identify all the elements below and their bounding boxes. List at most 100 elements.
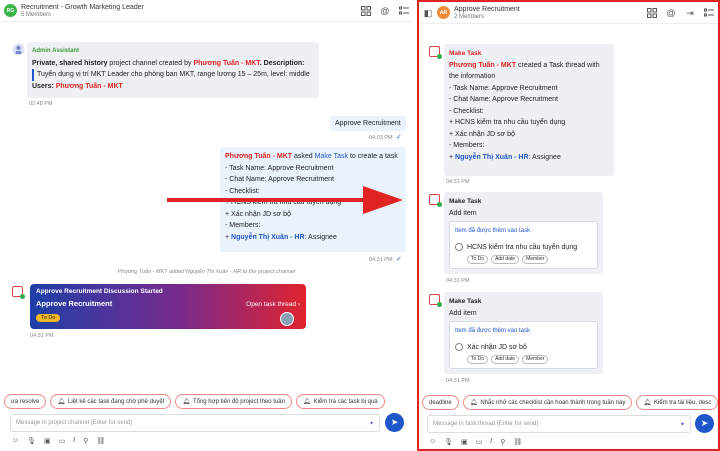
task-assignee[interactable]: Nguyễn Thị Xuân - HR: [231, 234, 305, 241]
send-icon: ➤: [390, 417, 399, 427]
status-pill[interactable]: To Do: [467, 255, 489, 264]
member-count[interactable]: 5 Members: [21, 12, 144, 18]
mention-icon[interactable]: @: [666, 8, 676, 18]
add-date-pill[interactable]: Add date: [491, 255, 520, 264]
channel-avatar: RG: [4, 4, 17, 17]
task-request-time: 04:31 PM: [369, 257, 393, 263]
channel-title[interactable]: Recruitment - Growth Marketing Leader: [21, 4, 144, 12]
msg-line: - Members:: [449, 142, 485, 149]
item-card[interactable]: Item đã được thêm vào task Xác nhận JD s…: [449, 321, 598, 369]
send-button[interactable]: ➤: [695, 414, 714, 433]
thread-member-count[interactable]: 2 Members: [454, 14, 520, 20]
image-icon[interactable]: ▣: [44, 437, 51, 445]
mention-icon[interactable]: @: [380, 6, 390, 16]
task-bot-icon: [429, 46, 442, 59]
discussion-card[interactable]: Approve Recruitment Discussion Started A…: [30, 284, 306, 329]
suggestion-chip[interactable]: 🔔︎ Tổng hợp tiến độ project theo tuần: [175, 394, 292, 409]
suggestion-chip[interactable]: ưa resolve: [4, 394, 47, 409]
message-input[interactable]: Message in project channel (Enter for se…: [10, 414, 380, 432]
apps-icon[interactable]: [361, 5, 371, 16]
msg-line: + Xác nhận JD sơ bộ: [449, 130, 515, 138]
task-rest: to create a task: [348, 153, 398, 160]
task-actor[interactable]: Phương Tuấn - MKT: [225, 153, 292, 160]
image-icon[interactable]: ▣: [461, 438, 468, 446]
open-task-thread-link[interactable]: Open task thread ›: [246, 301, 300, 308]
msg-text: Add item: [449, 209, 477, 217]
msg-line: - Checklist:: [449, 107, 484, 115]
text-format-icon[interactable]: 𝐼: [73, 437, 75, 445]
task-bot-icon: [429, 294, 442, 307]
member-pill[interactable]: Member: [522, 255, 549, 264]
task-line: - Task Name: Approve Recruitment: [225, 164, 334, 172]
suggestion-chip[interactable]: 🔔︎ Kiểm tra tài liệu, desc: [636, 395, 718, 410]
bell-icon: 🔔︎: [643, 400, 651, 406]
users-label: Users:: [32, 82, 56, 90]
link-icon[interactable]: ⛓︎: [96, 437, 105, 445]
exit-icon[interactable]: ⇥: [685, 8, 695, 18]
discussion-header: Approve Recruitment Discussion Started: [36, 288, 163, 295]
status-badge[interactable]: To Do: [36, 314, 61, 322]
emoji-icon[interactable]: ☺: [429, 438, 436, 446]
msg-actor[interactable]: Phương Tuấn - MKT: [449, 62, 516, 69]
ai-sparkle-icon[interactable]: ✦: [680, 421, 685, 428]
input-placeholder: Message in project channel (Enter for se…: [16, 420, 133, 426]
open-thread-label: Open task thread: [246, 301, 297, 308]
mic-icon[interactable]: 🎙︎: [444, 438, 453, 446]
status-pill[interactable]: To Do: [467, 355, 489, 364]
item-card-header: Item đã được thêm vào task: [455, 328, 530, 334]
msg-line: - Chat Name: Approve Recruitment: [449, 96, 558, 103]
task-line: - Chat Name: Approve Recruitment: [225, 176, 334, 183]
link-icon[interactable]: ⛓︎: [513, 438, 522, 446]
file-icon[interactable]: ▭: [59, 437, 66, 445]
add-item-message: Make Task Add item Item đã được thêm vào…: [444, 192, 603, 274]
input-placeholder: Message in task thread (Enter for send): [433, 421, 539, 427]
member-pill[interactable]: Member: [522, 355, 549, 364]
task-thread-pane: ◧ AR Approve Recruitment 2 Members @ ⇥ M…: [417, 0, 720, 451]
suggestion-chip[interactable]: deadline: [422, 395, 459, 410]
creator-name[interactable]: Phương Tuấn - MKT: [193, 60, 259, 67]
suggestion-chip[interactable]: 🔔︎ Kiểm tra các task bị quá: [295, 394, 385, 409]
admin-line-prefix: Private, shared history: [32, 59, 108, 67]
text-format-icon[interactable]: 𝐼: [490, 438, 492, 446]
ai-sparkle-icon[interactable]: ✦: [369, 420, 374, 427]
users-value[interactable]: Phương Tuấn - MKT: [56, 83, 123, 90]
attach-icon[interactable]: ⚲: [83, 437, 88, 445]
bell-icon: 🔔︎: [182, 399, 190, 405]
item-card[interactable]: Item đã được thêm vào task HCNS kiểm tra…: [449, 221, 598, 269]
emoji-icon[interactable]: ☺: [12, 437, 19, 445]
task-bot-icon: [12, 286, 25, 299]
task-list-icon[interactable]: [704, 8, 714, 18]
apps-icon[interactable]: [647, 7, 657, 18]
thread-message-input[interactable]: Message in task thread (Enter for send) …: [427, 415, 691, 433]
channel-header: RG Recruitment - Growth Marketing Leader…: [0, 0, 413, 22]
suggestion-bar: ưa resolve 🔔︎ Liệt kê các task đang chờ p…: [0, 394, 413, 409]
composer-tools: ☺ 🎙︎ ▣ ▭ 𝐼 ⚲ ⛓︎: [429, 438, 522, 446]
toggle-sidebar-icon[interactable]: ◧: [423, 8, 433, 18]
task-list-icon[interactable]: [399, 6, 409, 16]
send-button[interactable]: ➤: [385, 413, 404, 432]
suggestion-chip[interactable]: 🔔︎ Nhắc nhở các checklist cần hoàn thành …: [462, 395, 633, 410]
attach-icon[interactable]: ⚲: [500, 438, 505, 446]
suggestion-chip[interactable]: 🔔︎ Liệt kê các task đang chờ phê duyệt: [50, 394, 172, 409]
add-item-message: Make Task Add item Item đã được thêm vào…: [444, 292, 603, 374]
item-name: Xác nhận JD sơ bộ: [467, 343, 527, 351]
bell-icon: 🔔︎: [57, 399, 65, 405]
task-asked: asked: [292, 153, 315, 160]
msg-sender: Make Task: [449, 50, 482, 57]
mic-icon[interactable]: 🎙︎: [27, 437, 36, 445]
task-bot[interactable]: Make Task: [315, 153, 348, 160]
item-name: HCNS kiểm tra nhu cầu tuyển dụng: [467, 243, 578, 251]
msg-line: - Task Name: Approve Recruitment: [449, 84, 558, 92]
channel-description: Tuyển dụng vị trí MKT Leader cho phòng b…: [32, 69, 314, 81]
bell-icon: 🔔︎: [302, 399, 311, 405]
msg-assignee[interactable]: Nguyễn Thị Xuân - HR: [455, 154, 529, 161]
system-note: Phương Tuấn - MKT added Nguyễn Thị Xuân …: [117, 269, 296, 275]
msg2-time: 04:31 PM: [446, 278, 470, 284]
add-date-pill[interactable]: Add date: [491, 355, 520, 364]
thread-avatar: AR: [437, 6, 450, 19]
checkbox-circle[interactable]: [455, 243, 463, 252]
item-card-header: Item đã được thêm vào task: [455, 228, 530, 234]
file-icon[interactable]: ▭: [476, 438, 483, 446]
thread-title[interactable]: Approve Recruitment: [454, 6, 520, 14]
checkbox-circle[interactable]: [455, 343, 463, 352]
